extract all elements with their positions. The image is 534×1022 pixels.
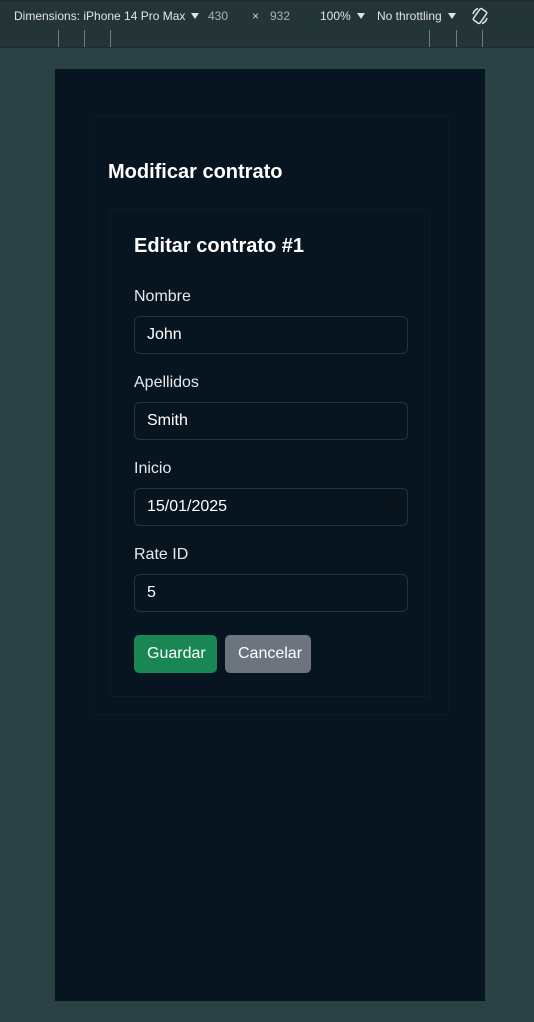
width-input[interactable]: 430: [208, 9, 228, 23]
ruler-tick: [456, 30, 457, 47]
apellidos-input[interactable]: [134, 402, 408, 440]
inicio-date-input[interactable]: 15/01/2025: [134, 488, 408, 526]
nombre-label: Nombre: [134, 288, 191, 305]
throttling-label: No throttling: [377, 9, 442, 23]
nombre-input[interactable]: [134, 316, 408, 354]
form-title: Editar contrato #1: [134, 235, 305, 257]
rotate-icon[interactable]: [470, 6, 490, 26]
zoom-label: 100%: [320, 9, 351, 23]
chevron-down-icon: [356, 13, 365, 19]
device-dimensions-label: Dimensions: iPhone 14 Pro Max: [14, 9, 186, 23]
page-title: Modificar contrato: [108, 161, 283, 183]
calendar-icon[interactable]: [379, 500, 393, 514]
ruler-tick: [429, 30, 430, 47]
rate-id-input[interactable]: [134, 574, 408, 612]
cancel-button[interactable]: Cancelar: [225, 635, 311, 673]
ruler-tick: [482, 30, 483, 47]
zoom-select[interactable]: 100%: [320, 9, 365, 23]
devtools-device-toolbar: Dimensions: iPhone 14 Pro Max 430 × 932 …: [0, 0, 534, 30]
edit-contract-card: Editar contrato #1 Nombre Apellidos Inic…: [110, 209, 430, 697]
chevron-down-icon: [191, 13, 200, 19]
device-dimensions-select[interactable]: Dimensions: iPhone 14 Pro Max: [14, 9, 200, 23]
apellidos-label: Apellidos: [134, 374, 199, 391]
rate-id-label: Rate ID: [134, 546, 189, 563]
device-viewport: Modificar contrato Editar contrato #1 No…: [55, 69, 485, 1001]
height-input[interactable]: 932: [270, 9, 290, 23]
inicio-label: Inicio: [134, 460, 172, 477]
media-query-ruler: [0, 30, 534, 48]
ruler-tick: [110, 30, 111, 47]
inicio-date-value: 15/01/2025: [147, 498, 228, 515]
ruler-tick: [84, 30, 85, 47]
save-button[interactable]: Guardar: [134, 635, 217, 673]
ruler-tick: [58, 30, 59, 47]
dimension-separator: ×: [252, 9, 260, 23]
throttling-select[interactable]: No throttling: [377, 9, 456, 23]
chevron-down-icon: [447, 13, 456, 19]
